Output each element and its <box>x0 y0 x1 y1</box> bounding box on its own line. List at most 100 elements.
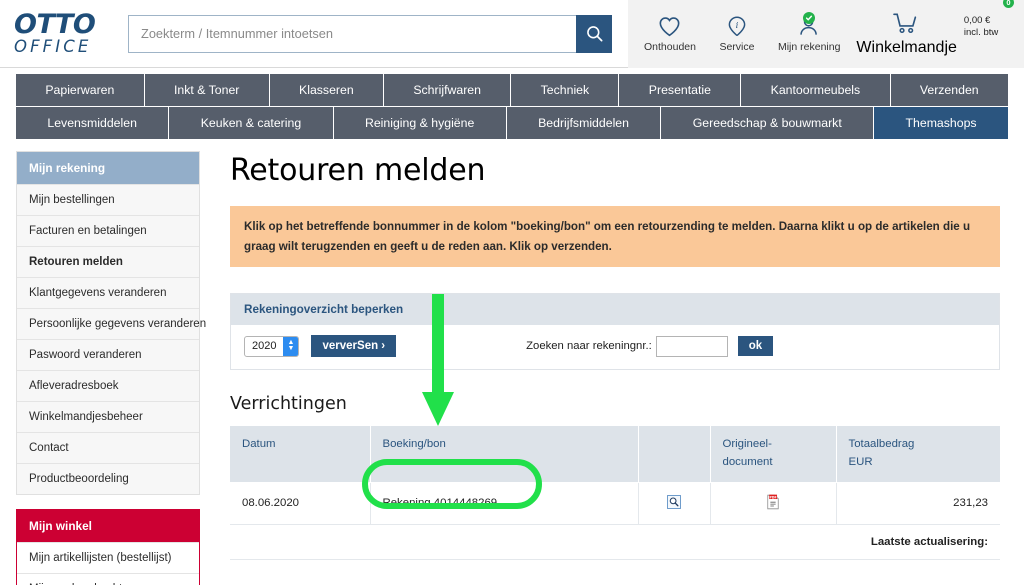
boeking-prefix: Rekening <box>382 497 434 510</box>
nav-item-inkt-toner[interactable]: Inkt & Toner <box>145 74 270 106</box>
sidebar-account-box: Mijn rekening Mijn bestellingen Facturen… <box>16 151 206 495</box>
nav-item-schrijfwaren[interactable]: Schrijfwaren <box>384 74 512 106</box>
search-account-input[interactable] <box>655 335 728 357</box>
invoice-number-link[interactable]: 4014448269 <box>434 497 497 509</box>
svg-text:PDF: PDF <box>770 495 777 499</box>
user-icon <box>798 12 821 38</box>
nav-item-keuken-catering[interactable]: Keuken & catering <box>169 107 334 139</box>
svg-text:i: i <box>736 21 739 31</box>
heart-icon <box>658 14 681 38</box>
sidebar-item-klantgegevens-veranderen[interactable]: Klantgegevens veranderen <box>17 277 199 308</box>
cart-price: 0,00 € <box>963 14 991 26</box>
chevron-updown-icon: ▲ ▼ <box>283 336 299 356</box>
column-header-totaalbedrag: Totaalbedrag EUR <box>836 426 1000 483</box>
nav-item-bedrijfsmiddelen[interactable]: Bedrijfsmiddelen <box>507 107 662 139</box>
transactions-table: Datum Boeking/bon Origineel- document To… <box>230 426 1000 560</box>
cell-totaalbedrag: 231,23 <box>836 482 1000 525</box>
table-header-row: Datum Boeking/bon Origineel- document To… <box>230 426 1000 483</box>
sidebar-item-mijn-artikellijsten[interactable]: Mijn artikellijsten (bestellijst) <box>17 542 199 573</box>
nav-item-levensmiddelen[interactable]: Levensmiddelen <box>16 107 170 139</box>
sidebar-account-title: Mijn rekening <box>17 152 199 184</box>
nav-item-klasseren[interactable]: Klasseren <box>270 74 385 106</box>
sidebar-shop-title: Mijn winkel <box>17 510 199 542</box>
ok-button[interactable]: ok <box>737 336 774 357</box>
search-input[interactable]: Zoekterm / Itemnummer intoetsen <box>128 14 576 53</box>
column-header-totaal-line2: EUR <box>848 456 873 469</box>
nav-item-gereedschap-bouwmarkt[interactable]: Gereedschap & bouwmarkt <box>661 107 875 139</box>
nav-item-presentatie[interactable]: Presentatie <box>619 74 742 106</box>
last-update-label: Laatste actualisering: <box>230 524 1000 560</box>
nav-item-papierwaren[interactable]: Papierwaren <box>16 74 145 106</box>
sidebar-item-persoonlijke-gegevens-veranderen[interactable]: Persoonlijke gegevens veranderen <box>17 308 206 339</box>
sidebar: Mijn rekening Mijn bestellingen Facturen… <box>16 151 206 585</box>
sidebar-item-contact[interactable]: Contact <box>17 432 199 463</box>
cell-detail-action[interactable] <box>638 482 711 525</box>
search-submit-button[interactable] <box>576 14 612 53</box>
cart-price-note: incl. btw <box>963 26 999 38</box>
cart-icon: 0 <box>892 0 1014 39</box>
main-content: Retouren melden Klik op het betreffende … <box>200 151 1008 585</box>
account-verified-badge-icon <box>802 12 815 24</box>
search-account-label: Zoeken naar rekeningnr.: <box>526 340 652 353</box>
header-item-label: Mijn rekening <box>777 41 841 53</box>
sidebar-item-winkelmandjesbeheer[interactable]: Winkelmandjesbeheer <box>17 401 199 432</box>
nav-item-verzenden[interactable]: Verzenden <box>891 74 1008 106</box>
sidebar-item-afleveradresboek[interactable]: Afleveradresboek <box>17 370 199 401</box>
cell-original-document[interactable]: PDF <box>710 482 837 525</box>
sidebar-item-retouren-melden[interactable]: Retouren melden <box>17 246 199 277</box>
site-header: OTTO OFFICE Zoekterm / Itemnummer intoet… <box>0 0 1024 68</box>
column-header-boeking-bon: Boeking/bon <box>370 426 639 483</box>
header-item-mijn-rekening[interactable]: Mijn rekening <box>770 12 848 53</box>
sidebar-item-facturen-en-betalingen[interactable]: Facturen en betalingen <box>17 215 199 246</box>
nav-row-primary: Papierwaren Inkt & Toner Klasseren Schri… <box>16 73 1008 106</box>
sidebar-shop-box: Mijn winkel Mijn artikellijsten (bestell… <box>16 509 200 585</box>
header-item-label: Onthouden <box>644 41 696 53</box>
nav-item-themashops[interactable]: Themashops <box>874 107 1008 139</box>
magnifier-icon[interactable] <box>667 494 681 512</box>
nav-row-secondary: Levensmiddelen Keuken & catering Reinigi… <box>16 106 1008 139</box>
logo-line-otto: OTTO <box>14 9 96 41</box>
logo-line-office: OFFICE <box>14 37 92 57</box>
cell-datum: 08.06.2020 <box>230 482 371 525</box>
refresh-button[interactable]: ververSen › <box>311 335 397 358</box>
sidebar-item-paswoord-veranderen[interactable]: Paswoord veranderen <box>17 339 199 370</box>
table-head: Datum Boeking/bon Origineel- document To… <box>230 426 1000 483</box>
sidebar-item-mijn-zoekopdrachten[interactable]: Mijn zoekopdrachten <box>17 573 199 585</box>
filter-panel: Rekeningoverzicht beperken 2020 ▲ ▼ verve… <box>230 293 1000 371</box>
column-header-origineel-line2: document <box>722 456 773 469</box>
nav-item-reiniging-hygiene[interactable]: Reiniging & hygiëne <box>334 107 507 139</box>
year-select-value: 2020 <box>252 340 277 353</box>
page-body: Mijn rekening Mijn bestellingen Facturen… <box>0 151 1024 585</box>
main-navigation: Papierwaren Inkt & Toner Klasseren Schri… <box>0 73 1024 139</box>
info-icon: i <box>726 14 748 38</box>
cart-count-badge: 0 <box>1003 0 1014 8</box>
otto-office-logo[interactable]: OTTO OFFICE <box>14 11 110 56</box>
sidebar-item-productbeoordeling[interactable]: Productbeoordeling <box>17 463 199 494</box>
table-row: 08.06.2020 Rekening 4014448269 PDF 231,2… <box>230 482 1000 525</box>
table-body: 08.06.2020 Rekening 4014448269 PDF 231,2… <box>230 482 1000 560</box>
filter-panel-title: Rekeningoverzicht beperken <box>231 294 999 326</box>
header-item-service[interactable]: i Service <box>704 14 770 53</box>
header-item-onthouden[interactable]: Onthouden <box>636 14 704 53</box>
header-icon-bar: Onthouden i Service Mijn rekening 0 Wink… <box>628 0 1024 68</box>
year-select[interactable]: 2020 ▲ ▼ <box>244 335 300 357</box>
transactions-heading: Verrichtingen <box>230 394 347 415</box>
column-header-totaal-line1: Totaalbedrag <box>848 438 915 451</box>
filter-panel-body: 2020 ▲ ▼ ververSen › Zoeken naar rekening… <box>231 325 999 370</box>
nav-item-techniek[interactable]: Techniek <box>511 74 620 106</box>
table-footer-row: Laatste actualisering: <box>230 524 1000 560</box>
page-title: Retouren melden <box>230 153 486 188</box>
column-header-origineel-document: Origineel- document <box>710 426 837 483</box>
pdf-icon[interactable]: PDF <box>766 494 780 513</box>
column-header-origineel-line1: Origineel- <box>722 438 772 451</box>
search-icon <box>586 26 602 42</box>
cart-label: Winkelmandje <box>856 38 957 56</box>
sidebar-item-mijn-bestellingen[interactable]: Mijn bestellingen <box>17 184 199 215</box>
search-bar: Zoekterm / Itemnummer intoetsen <box>128 14 612 53</box>
nav-item-kantoormeubels[interactable]: Kantoormeubels <box>741 74 891 106</box>
column-header-datum: Datum <box>230 426 371 483</box>
column-header-detail <box>638 426 711 483</box>
header-item-winkelmandje[interactable]: 0 Winkelmandje 0,00 € incl. btw <box>848 0 1014 57</box>
page-root: OTTO OFFICE Zoekterm / Itemnummer intoet… <box>0 0 1024 585</box>
cell-boeking-bon: Rekening 4014448269 <box>370 482 639 525</box>
